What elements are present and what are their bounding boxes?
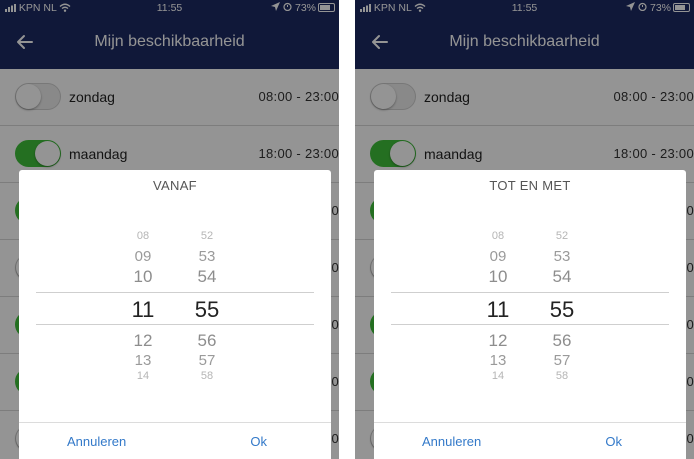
minute-option[interactable]: 57 [537,352,587,369]
phone-screen-vanaf: KPN NL 11:55 73% Mijn beschikbaarheid zo… [0,0,339,459]
hour-option[interactable]: 14 [118,370,168,382]
selection-line-top [36,292,314,293]
dialog-title: VANAF [153,178,197,193]
hour-option[interactable]: 09 [473,248,523,265]
time-picker[interactable]: 08 09 10 11 12 13 14 52 53 54 55 56 57 58 [19,210,331,430]
time-picker[interactable]: 08 09 10 11 12 13 14 52 53 54 55 56 57 58 [374,210,686,430]
hour-option[interactable]: 11 [118,297,168,323]
hour-option[interactable]: 08 [473,230,523,242]
minute-option[interactable]: 55 [182,297,232,323]
minute-option[interactable]: 55 [537,297,587,323]
ok-button[interactable]: Ok [250,434,267,449]
minute-option[interactable]: 56 [537,331,587,351]
hour-option[interactable]: 13 [473,352,523,369]
cancel-button[interactable]: Annuleren [67,434,126,449]
selection-line-bottom [391,324,669,325]
selection-line-bottom [36,324,314,325]
hour-option[interactable]: 14 [473,370,523,382]
minute-option[interactable]: 54 [182,267,232,287]
minute-option[interactable]: 53 [182,248,232,265]
minute-option[interactable]: 52 [537,230,587,242]
minute-option[interactable]: 53 [537,248,587,265]
hour-option[interactable]: 08 [118,230,168,242]
minute-option[interactable]: 56 [182,331,232,351]
hour-option[interactable]: 11 [473,297,523,323]
minute-option[interactable]: 52 [182,230,232,242]
time-picker-dialog: TOT EN MET 08 09 10 11 12 13 14 52 53 54 55 56 57 58… [374,170,686,459]
selection-line-top [391,292,669,293]
dialog-actions: Annuleren Ok [374,422,686,459]
hour-option[interactable]: 09 [118,248,168,265]
ok-button[interactable]: Ok [605,434,622,449]
hour-option[interactable]: 12 [118,331,168,351]
hour-option[interactable]: 12 [473,331,523,351]
minute-option[interactable]: 57 [182,352,232,369]
minute-option[interactable]: 54 [537,267,587,287]
dialog-title: TOT EN MET [489,178,571,193]
minute-option[interactable]: 58 [537,370,587,382]
dialog-actions: Annuleren Ok [19,422,331,459]
time-picker-dialog: VANAF 08 09 10 11 12 13 14 52 53 54 55 56 57 58 Annu… [19,170,331,459]
hour-option[interactable]: 10 [473,267,523,287]
cancel-button[interactable]: Annuleren [422,434,481,449]
hour-option[interactable]: 10 [118,267,168,287]
minute-option[interactable]: 58 [182,370,232,382]
phone-screen-tot-en-met: KPN NL 11:55 73% Mijn beschikbaarheid zo… [355,0,694,459]
hour-option[interactable]: 13 [118,352,168,369]
